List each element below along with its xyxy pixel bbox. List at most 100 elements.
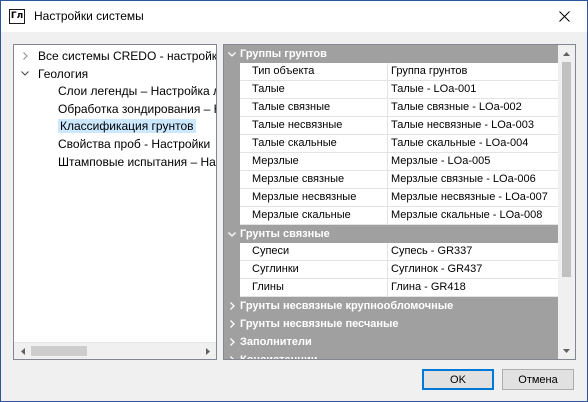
settings-tree[interactable]: Все системы CREDO - настройки Геология Сло… [13,44,217,360]
tree-item[interactable]: Слои легенды – Настройка легенды [58,82,216,100]
app-icon: Гл [9,9,25,24]
scroll-left-button[interactable] [14,343,31,359]
grid-property-row[interactable]: Мерзлые Мерзлые - LOa-005 [224,153,559,171]
chevron-down-icon[interactable] [227,225,237,243]
grid-category[interactable]: Заполнители [224,333,559,351]
scroll-up-button[interactable] [558,45,575,62]
property-value[interactable]: Талые - LOa-001 [388,81,559,99]
scroll-right-icon [205,347,210,355]
grid-property-row[interactable]: Тип объекта Группа грунтов [224,63,559,81]
settings-dialog: Гл Настройки системы Все системы CREDO -… [0,0,588,402]
grid-category-label: Заполнители [240,336,312,348]
grid-category[interactable]: Грунты несвязные песчаные [224,315,559,333]
grid-property-row[interactable]: Талые Талые - LOa-001 [224,81,559,99]
scroll-right-button[interactable] [199,343,216,359]
property-value[interactable]: Талые несвязные - LOa-003 [388,117,559,135]
property-name: Талые несвязные [240,117,388,135]
property-value[interactable]: Мерзлые несвязные - LOa-007 [388,189,559,207]
grid-category[interactable]: Группы грунтов [224,45,559,63]
property-value[interactable]: Мерзлые - LOa-005 [388,153,559,171]
scroll-up-icon [563,51,570,56]
property-name: Мерзлые несвязные [240,189,388,207]
grid-category-label: Консистенции [240,354,318,359]
property-grid-content: Группы грунтов Тип объекта Группа грунтов Т… [224,45,559,359]
grid-category-label: Грунты несвязные крупнообломочные [240,300,454,312]
property-value[interactable]: Глина - GR418 [388,279,559,297]
row-gutter [224,243,240,261]
property-value[interactable]: Мерзлые скальные - LOa-008 [388,207,559,225]
row-gutter [224,117,240,135]
grid-property-row[interactable]: Суглинки Суглинок - GR437 [224,261,559,279]
scroll-left-icon [20,347,25,355]
tree-item[interactable]: Штамповые испытания – Настройки [58,153,216,171]
chevron-down-icon[interactable] [20,65,30,83]
grid-property-row[interactable]: Талые несвязные Талые несвязные - LOa-003 [224,117,559,135]
tree-item-label: Обработка зондирования – Настройки [58,101,216,116]
grid-category[interactable]: Грунты связные [224,225,559,243]
tree-item[interactable]: Свойства проб - Настройки [58,135,210,153]
tree-item-label: Свойства проб - Настройки [58,137,211,151]
scrollbar-thumb[interactable] [562,62,571,277]
grid-property-row[interactable]: Талые скальные Талые скальные - LOa-004 [224,135,559,153]
row-gutter [224,189,240,207]
chevron-down-icon[interactable] [227,45,237,63]
chevron-right-icon[interactable] [227,315,237,333]
ok-button[interactable]: OK [422,369,494,390]
tree-item-label: Слои легенды – Настройка легенды [58,84,216,99]
property-value[interactable]: Суглинок - GR437 [388,261,559,279]
property-value[interactable]: Супесь - GR337 [388,243,559,261]
grid-property-row[interactable]: Мерзлые связные Мерзлые связные - LOa-006 [224,171,559,189]
scroll-down-button[interactable] [558,342,575,359]
grid-property-row[interactable]: Талые связные Талые связные - LOa-002 [224,99,559,117]
row-gutter [224,99,240,117]
grid-category-label: Группы грунтов [240,48,327,60]
property-value[interactable]: Талые скальные - LOa-004 [388,135,559,153]
grid-property-row[interactable]: Мерзлые несвязные Мерзлые несвязные - LOa… [224,189,559,207]
property-value[interactable]: Группа грунтов [388,63,559,81]
row-gutter [224,153,240,171]
chevron-right-icon[interactable] [227,351,237,359]
grid-category-label: Грунты связные [240,228,330,240]
horizontal-scrollbar[interactable] [14,342,216,359]
tree-item[interactable]: Обработка зондирования – Настройки [58,100,216,118]
tree-item[interactable]: Все системы CREDO - настройки [22,47,216,65]
grid-category[interactable]: Грунты несвязные крупнообломочные [224,297,559,315]
tree-item-label: Геология [38,66,89,81]
chevron-right-icon[interactable] [227,297,237,315]
close-button[interactable] [542,1,587,32]
grid-property-row[interactable]: Супеси Супесь - GR337 [224,243,559,261]
row-gutter [224,63,240,81]
property-name: Мерзлые связные [240,171,388,189]
property-name: Талые связные [240,99,388,117]
vertical-scrollbar[interactable] [558,45,575,359]
property-name: Мерзлые скальные [240,207,388,225]
row-gutter [224,135,240,153]
property-name: Тип объекта [240,63,388,81]
row-gutter [224,261,240,279]
property-name: Суглинки [240,261,388,279]
chevron-right-icon[interactable] [227,333,237,351]
row-gutter [224,171,240,189]
grid-property-row[interactable]: Глины Глина - GR418 [224,279,559,297]
grid-property-row[interactable]: Мерзлые скальные Мерзлые скальные - LOa-0… [224,207,559,225]
tree-item[interactable]: Геология [21,65,89,83]
property-value[interactable]: Талые связные - LOa-002 [388,99,559,117]
row-gutter [224,279,240,297]
property-value[interactable]: Мерзлые связные - LOa-006 [388,171,559,189]
scroll-down-icon [563,348,570,353]
property-name: Мерзлые [240,153,388,171]
tree-item[interactable]: Классификация грунтов [58,117,196,135]
cancel-button[interactable]: Отмена [502,369,574,390]
property-name: Супеси [240,243,388,261]
tree-item-label: Штамповые испытания – Настройки [58,154,216,169]
property-name: Талые скальные [240,135,388,153]
chevron-right-icon[interactable] [20,47,30,65]
property-grid[interactable]: Группы грунтов Тип объекта Группа грунтов Т… [223,44,576,360]
property-name: Глины [240,279,388,297]
scrollbar-thumb[interactable] [31,346,87,356]
title-bar: Гл Настройки системы [1,1,587,32]
window-title: Настройки системы [34,9,144,23]
grid-category[interactable]: Консистенции [224,351,559,359]
close-icon [559,11,570,22]
tree-item-label: Классификация грунтов [58,119,196,134]
